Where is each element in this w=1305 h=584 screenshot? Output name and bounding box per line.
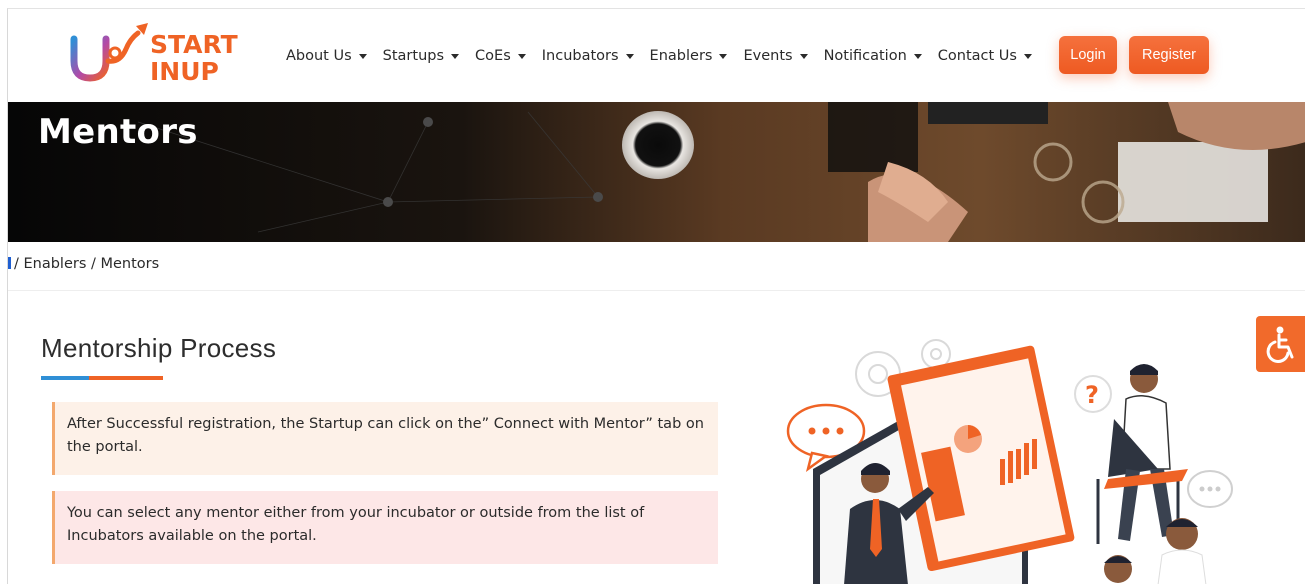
page-banner: Mentors [8, 102, 1305, 242]
caret-down-icon [799, 54, 808, 59]
caret-down-icon [913, 54, 922, 59]
nav-label: CoEs [475, 48, 511, 64]
accessibility-button[interactable] [1256, 316, 1305, 372]
logo[interactable]: START INUP [68, 23, 243, 86]
nav-coes[interactable]: CoEs [475, 48, 526, 64]
nav-label: Notification [823, 48, 907, 64]
caret-down-icon [719, 54, 728, 59]
underline-orange [89, 376, 163, 380]
logo-icon: START INUP [70, 23, 238, 86]
breadcrumb: / Enablers / Mentors [8, 256, 159, 272]
underline-blue [41, 376, 89, 380]
process-step-text: After Successful registration, the Start… [67, 416, 704, 455]
nav-contact-us[interactable]: Contact Us [938, 48, 1032, 64]
question-bubble-icon: ? [1074, 375, 1112, 413]
nav-label: Enablers [649, 48, 713, 64]
caret-down-icon [517, 54, 526, 59]
caret-down-icon [1023, 54, 1032, 59]
wheelchair-icon [1266, 326, 1294, 363]
caret-down-icon [451, 54, 460, 59]
login-button[interactable]: Login [1059, 36, 1117, 74]
logo-line1: START [150, 30, 238, 59]
nav-events[interactable]: Events [743, 48, 808, 64]
svg-text:?: ? [1085, 381, 1099, 409]
register-button[interactable]: Register [1129, 36, 1209, 74]
nav-about-us[interactable]: About Us [286, 48, 367, 64]
nav-label: Contact Us [937, 48, 1017, 64]
nav-notification[interactable]: Notification [824, 48, 922, 64]
process-step-text: You can select any mentor either from yo… [67, 505, 645, 544]
title-underline [41, 376, 163, 380]
banner-photo [8, 102, 1305, 242]
nav-label: Events [743, 48, 793, 64]
site-header: START INUP About Us Startups CoEs Incuba… [8, 9, 1305, 102]
logo-line2: INUP [150, 57, 219, 85]
caret-down-icon [625, 54, 634, 59]
chat-bubble-icon [1187, 470, 1233, 508]
nav-label: About Us [286, 48, 352, 64]
page-title: Mentors [38, 112, 198, 152]
section-title: Mentorship Process [41, 333, 277, 363]
breadcrumb-text: / Enablers / Mentors [14, 256, 160, 272]
nav-incubators[interactable]: Incubators [542, 48, 634, 64]
nav-enablers[interactable]: Enablers [650, 48, 728, 64]
caret-down-icon [358, 54, 367, 59]
nav-label: Startups [382, 48, 445, 64]
mentorship-illustration: ? [786, 339, 1233, 584]
nav-startups[interactable]: Startups [382, 48, 460, 64]
page: START INUP About Us Startups CoEs Incuba… [7, 8, 1305, 584]
breadcrumb-home-link[interactable] [8, 257, 11, 269]
main-nav: About Us Startups CoEs Incubators Enable… [286, 45, 1048, 67]
divider [8, 290, 1305, 291]
nav-label: Incubators [541, 48, 619, 64]
process-step-card: After Successful registration, the Start… [52, 402, 718, 475]
process-step-card: You can select any mentor either from yo… [52, 491, 718, 564]
